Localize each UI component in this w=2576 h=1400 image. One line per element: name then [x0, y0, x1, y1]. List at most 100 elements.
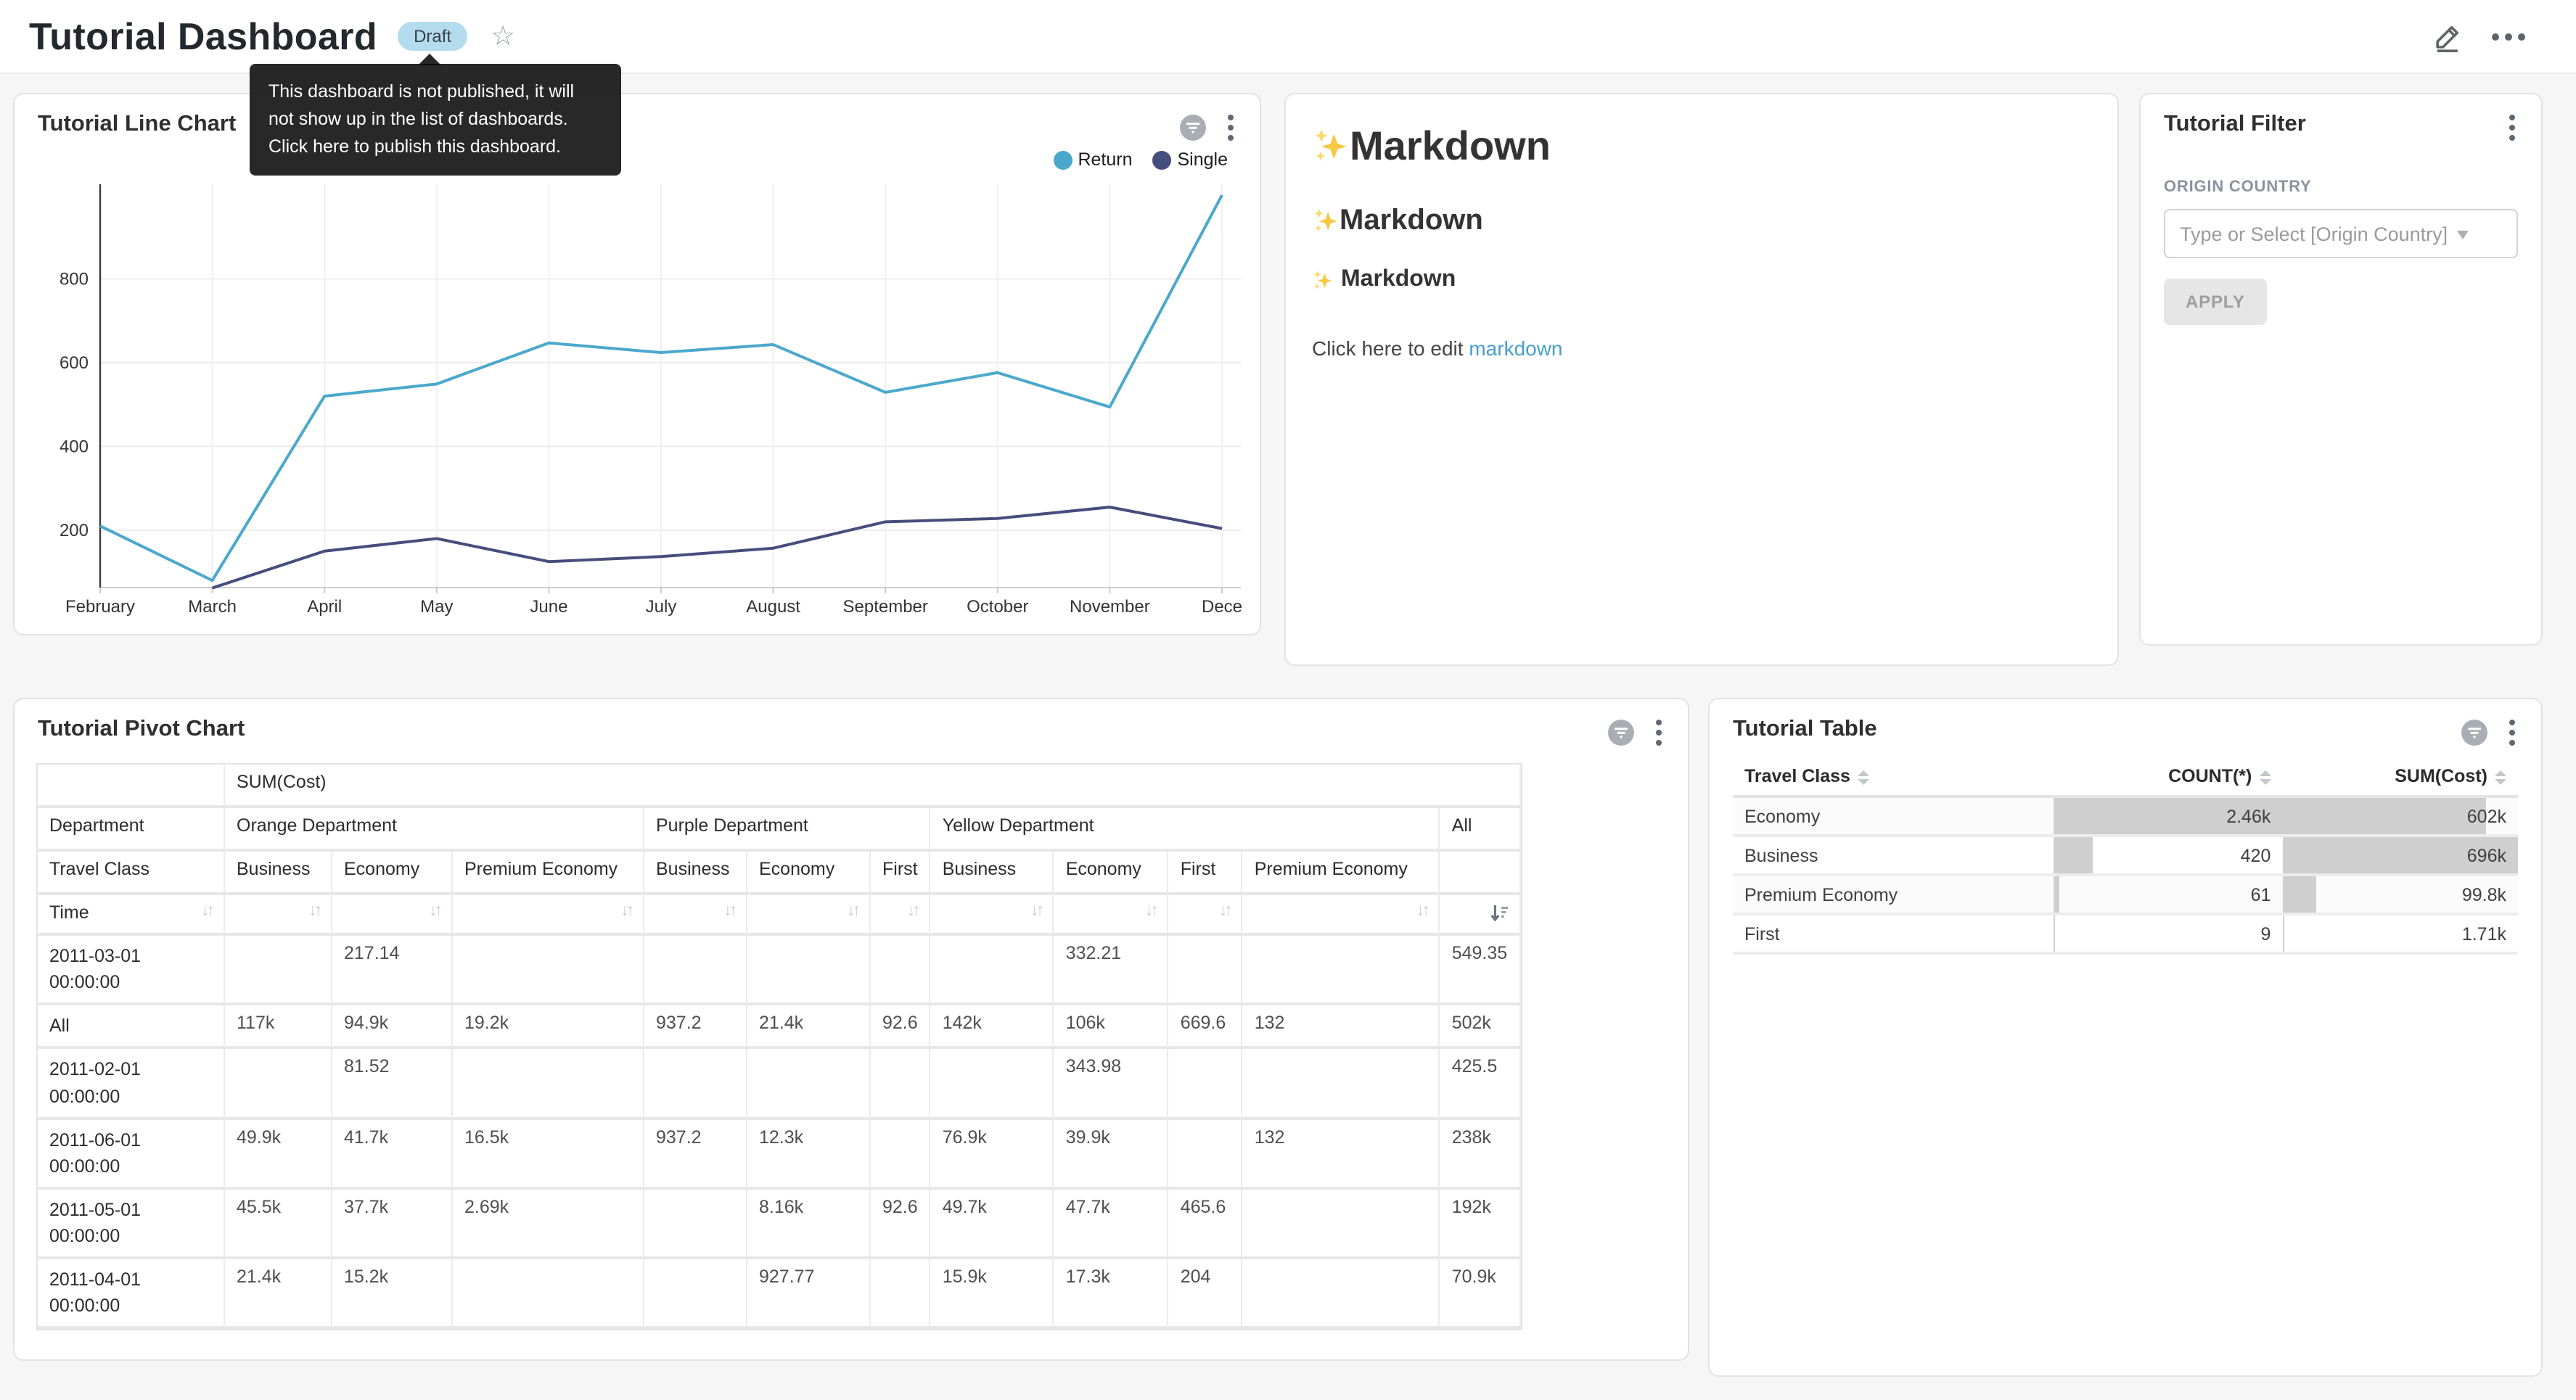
sort-icon[interactable]: ↓↑ [201, 902, 212, 920]
pivot-cell [644, 936, 747, 1006]
pivot-cell [644, 1050, 747, 1120]
pivot-cell [453, 1050, 644, 1120]
pivot-subgroup-header: Economy [747, 852, 871, 895]
pivot-cell: 15.2k [332, 1259, 453, 1330]
pivot-subgroup-header: First [1169, 852, 1243, 895]
pivot-cell: 425.5 [1440, 1050, 1520, 1120]
pivot-cell: 12.3k [747, 1119, 871, 1190]
sparkles-icon [1312, 269, 1334, 291]
table-row: Economy2.46k602k [1733, 796, 2518, 836]
pivot-table: SUM(Cost)DepartmentOrange DepartmentPurp… [36, 763, 1522, 1331]
sort-icon[interactable]: ↓↑ [1219, 902, 1230, 920]
pivot-row: 2011-04-01 00:00:0021.4k15.2k927.7715.9k… [38, 1259, 1520, 1330]
series-line-single [213, 507, 1222, 588]
pivot-cell [644, 1190, 747, 1260]
pivot-subgroup-header: Premium Economy [1243, 852, 1440, 895]
sort-icon[interactable]: ↓↑ [847, 902, 858, 920]
pivot-cell: 76.9k [931, 1119, 1054, 1190]
pivot-cell: 92.6 [871, 1190, 931, 1260]
sort-descending-active-icon[interactable] [1490, 904, 1507, 923]
markdown-edit-link[interactable]: markdown [1469, 337, 1562, 360]
sum-cell: 602k [2282, 796, 2518, 836]
pivot-row-header: 2011-03-01 00:00:00 [38, 936, 225, 1006]
apply-button[interactable]: APPLY [2164, 279, 2267, 325]
pivot-cell: 2.69k [453, 1190, 644, 1260]
chevron-down-icon [2456, 230, 2468, 244]
pivot-cell: 39.9k [1054, 1119, 1169, 1190]
sort-icon[interactable]: ↓↑ [1145, 902, 1156, 920]
sort-icon[interactable]: ↓↑ [723, 902, 734, 920]
sort-icon[interactable]: ↓↑ [429, 902, 440, 920]
publish-tooltip: This dashboard is not published, it will… [250, 64, 621, 176]
sort-icon[interactable]: ↓↑ [620, 902, 631, 920]
sort-icon[interactable]: ↓↑ [308, 902, 319, 920]
pivot-cell [1169, 1119, 1243, 1190]
sort-icon[interactable]: ↓↑ [907, 902, 918, 920]
favorite-star-icon[interactable]: ☆ [491, 22, 515, 50]
pivot-cell: 41.7k [332, 1119, 453, 1190]
pivot-cell: 238k [1440, 1119, 1520, 1190]
sort-icon[interactable]: ↓↑ [1416, 902, 1427, 920]
pivot-cell [1243, 1190, 1440, 1260]
pivot-row: 2011-06-01 00:00:0049.9k41.7k16.5k937.21… [38, 1119, 1520, 1190]
pivot-row-header: 2011-04-01 00:00:00 [38, 1259, 225, 1330]
chart-filter-icon[interactable] [2461, 720, 2487, 746]
column-header-sum-cost-[interactable]: SUM(Cost) [2282, 757, 2518, 796]
pivot-sort-cell: ↓↑ [1169, 895, 1243, 936]
pivot-sort-cell [1440, 895, 1520, 936]
pivot-cell [453, 1259, 644, 1330]
x-axis-label: August [746, 597, 800, 617]
pivot-cell: 45.5k [225, 1190, 332, 1260]
travel-class-cell: Economy [1733, 796, 2053, 836]
column-header-travel-class[interactable]: Travel Class [1733, 757, 2053, 796]
pivot-subgroup-header: Business [931, 852, 1054, 895]
table-row: Business420696k [1733, 836, 2518, 875]
x-axis-label: September [842, 597, 927, 617]
chart-kebab-menu-icon[interactable] [1653, 717, 1665, 749]
data-table: Travel ClassCOUNT(*)SUM(Cost)Economy2.46… [1733, 757, 2518, 955]
pivot-sort-cell: ↓↑ [1054, 895, 1169, 936]
sparkles-icon [1312, 207, 1340, 235]
pivot-group-header: All [1440, 808, 1520, 852]
dashboard-page: Tutorial Dashboard Draft ☆ This dashboar… [0, 0, 2576, 1400]
pivot-group-header: Yellow Department [931, 808, 1440, 852]
x-axis-label: October [967, 597, 1028, 617]
pivot-cell: 17.3k [1054, 1259, 1169, 1330]
pencil-icon [2432, 21, 2462, 52]
pivot-row-header: 2011-05-01 00:00:00 [38, 1190, 225, 1260]
pivot-cell: 192k [1440, 1190, 1520, 1260]
column-header-count-[interactable]: COUNT(*) [2053, 757, 2282, 796]
pivot-row: All117k94.9k19.2k937.221.4k92.6142k106k6… [38, 1006, 1520, 1050]
filter-kebab-menu-icon[interactable] [2506, 112, 2518, 144]
table-card-title: Tutorial Table [1733, 717, 1877, 743]
origin-country-label: ORIGIN COUNTRY [2164, 178, 2518, 196]
travel-class-cell: Premium Economy [1733, 875, 2053, 914]
draft-status-badge[interactable]: Draft [398, 22, 467, 51]
markdown-h3: Markdown [1312, 267, 2091, 293]
pivot-cell [871, 936, 931, 1006]
chart-filter-icon[interactable] [1608, 720, 1634, 746]
table-row: Premium Economy6199.8k [1733, 875, 2518, 914]
pivot-cell: 117k [225, 1006, 332, 1050]
pivot-cell [225, 1050, 332, 1120]
sum-cell: 99.8k [2282, 875, 2518, 914]
table-row: First91.71k [1733, 914, 2518, 953]
pivot-cell: 669.6 [1169, 1006, 1243, 1050]
line-chart-plot: FebruaryMarchAprilMayJuneJulyAugustSepte… [15, 94, 1261, 634]
dashboard-header: Tutorial Dashboard Draft ☆ [0, 0, 2576, 74]
more-actions-icon[interactable] [2492, 20, 2524, 52]
pivot-cell [931, 1050, 1054, 1120]
x-axis-label: March [188, 597, 237, 617]
pivot-cell [1243, 1050, 1440, 1120]
origin-country-select[interactable]: Type or Select [Origin Country] [2164, 209, 2518, 258]
pivot-cell: 94.9k [332, 1006, 453, 1050]
filter-card-title: Tutorial Filter [2164, 112, 2306, 138]
sort-icon[interactable]: ↓↑ [1030, 902, 1041, 920]
markdown-h2: Markdown [1312, 205, 2091, 238]
edit-pencil-icon[interactable] [2431, 20, 2463, 52]
y-axis-label: 600 [60, 353, 89, 373]
pivot-cell: 47.7k [1054, 1190, 1169, 1260]
chart-kebab-menu-icon[interactable] [2506, 717, 2518, 749]
markdown-card: Markdown Markdown Markdown Click here to… [1284, 93, 2119, 666]
pivot-cell [225, 936, 332, 1006]
